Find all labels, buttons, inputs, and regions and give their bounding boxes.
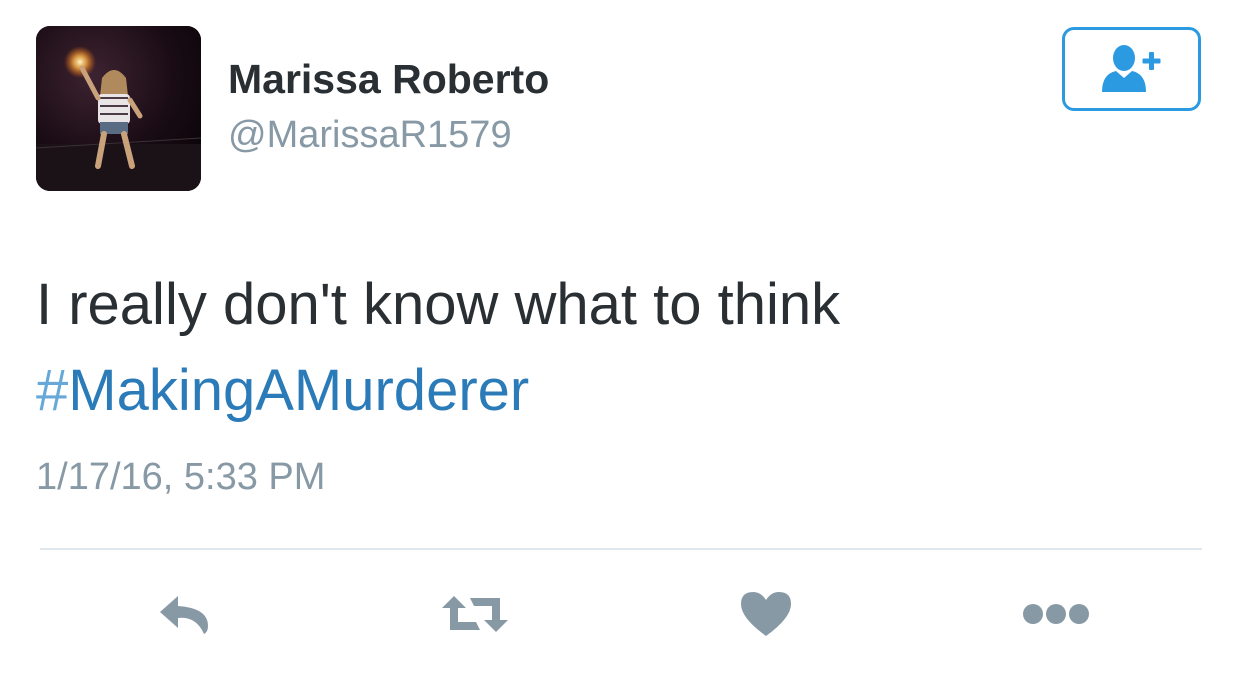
divider [40, 548, 1202, 550]
hashtag-symbol: # [36, 358, 69, 423]
avatar[interactable] [36, 26, 201, 191]
author-handle[interactable]: @MarissaR1579 [228, 114, 512, 157]
retweet-button[interactable] [438, 584, 512, 644]
add-user-icon [1101, 45, 1160, 92]
hashtag-text: MakingAMurderer [68, 358, 530, 423]
more-button[interactable] [1020, 584, 1092, 644]
reply-icon [160, 596, 208, 634]
avatar-photo [36, 26, 201, 191]
reply-button[interactable] [150, 584, 220, 644]
retweet-icon [442, 596, 508, 632]
follow-button[interactable] [1062, 27, 1201, 111]
tweet-timestamp: 1/17/16, 5:33 PM [36, 456, 326, 498]
hashtag-link[interactable]: #MakingAMurderer [36, 348, 529, 434]
more-icon [1023, 604, 1089, 624]
tweet-text: I really don't know what to think [36, 272, 841, 337]
like-button[interactable] [734, 584, 798, 644]
author-display-name[interactable]: Marissa Roberto [228, 56, 549, 103]
heart-icon [741, 592, 791, 636]
